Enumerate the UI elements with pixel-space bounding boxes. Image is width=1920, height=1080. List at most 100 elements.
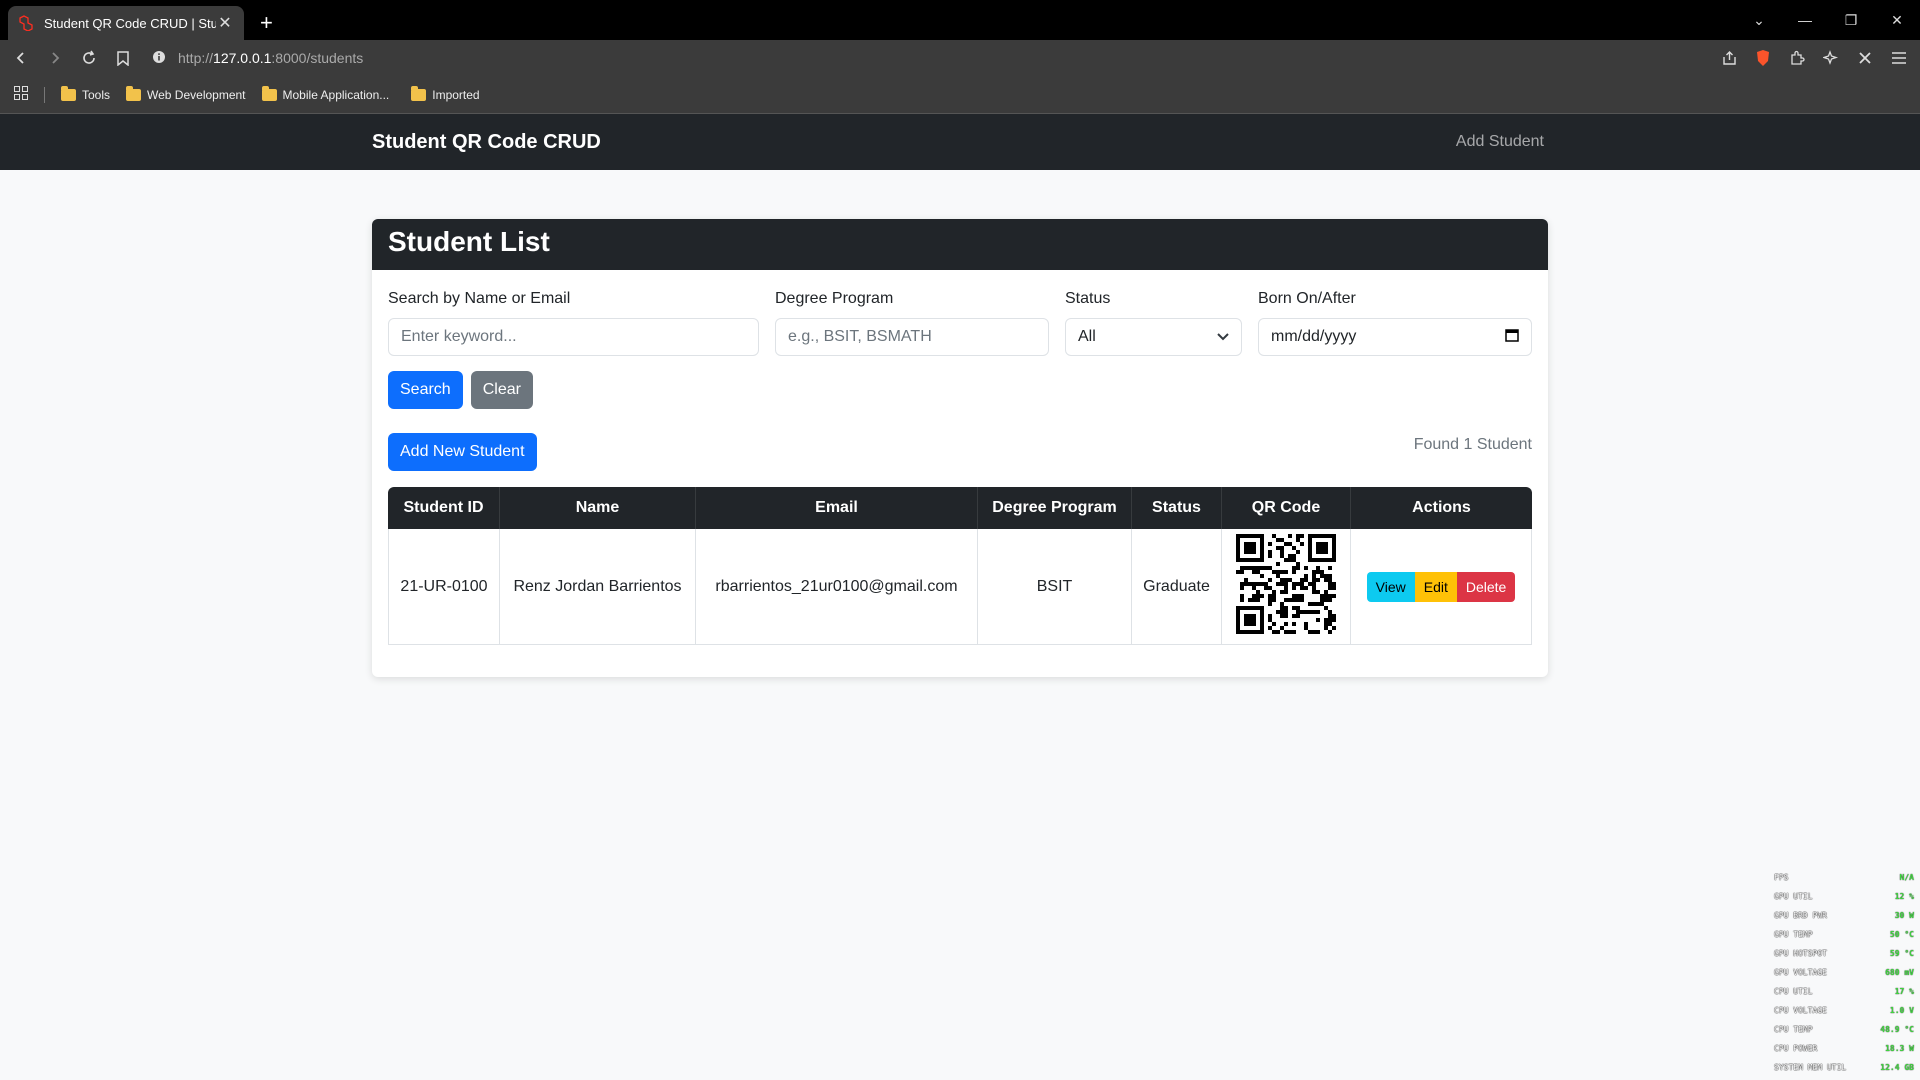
forward-icon[interactable] bbox=[44, 47, 66, 69]
bookmark-folder[interactable]: Imported bbox=[411, 85, 480, 102]
filter-buttons: Search Clear bbox=[388, 371, 1532, 409]
folder-icon bbox=[261, 85, 277, 101]
browser-toolbar: http://127.0.0.1:8000/students bbox=[0, 40, 1920, 76]
overlay-metric-value: 59 °C bbox=[1889, 949, 1914, 958]
born-group: Born On/After mm/dd/yyyy bbox=[1258, 286, 1532, 356]
born-date-input[interactable]: mm/dd/yyyy bbox=[1258, 318, 1532, 356]
minimize-icon[interactable]: — bbox=[1782, 12, 1828, 28]
search-group: Search by Name or Email bbox=[388, 286, 759, 356]
close-window-icon[interactable]: ✕ bbox=[1874, 12, 1920, 29]
view-button[interactable]: View bbox=[1366, 571, 1415, 602]
cell-degree: BSIT bbox=[978, 529, 1132, 645]
column-header: QR Code bbox=[1222, 487, 1351, 529]
url-prefix: http:// bbox=[178, 50, 214, 66]
browser-titlebar: Student QR Code CRUD | Stude ✕ + ⌄ — ❐ ✕ bbox=[0, 0, 1920, 40]
share-icon[interactable] bbox=[1718, 47, 1740, 69]
delete-button[interactable]: Delete bbox=[1456, 571, 1516, 602]
clear-button[interactable]: Clear bbox=[470, 371, 533, 409]
nav-add-student-link[interactable]: Add Student bbox=[1456, 133, 1544, 151]
browser-tab[interactable]: Student QR Code CRUD | Stude ✕ bbox=[8, 6, 244, 40]
add-new-student-button[interactable]: Add New Student bbox=[388, 433, 537, 471]
overlay-row: GPU BRD PWR 30 W bbox=[1774, 906, 1914, 925]
overlay-metric-value: 48.9 °C bbox=[1880, 1025, 1914, 1034]
overlay-row: GPU TEMP 50 °C bbox=[1774, 925, 1914, 944]
bookmarks-separator bbox=[44, 86, 45, 103]
cell-qr bbox=[1222, 529, 1351, 645]
bookmark-folder[interactable]: Tools bbox=[61, 85, 110, 102]
table-header-row: Student ID Name Email Degree Program Sta… bbox=[388, 487, 1532, 529]
born-date-value: mm/dd/yyyy bbox=[1271, 328, 1357, 345]
tab-list-icon[interactable]: ⌄ bbox=[1736, 12, 1782, 29]
degree-group: Degree Program bbox=[775, 286, 1049, 356]
born-label: Born On/After bbox=[1258, 290, 1356, 307]
column-header: Email bbox=[696, 487, 978, 529]
address-bar[interactable]: http://127.0.0.1:8000/students bbox=[146, 44, 1706, 72]
overlay-row: CPU UTIL 17 % bbox=[1774, 982, 1914, 1001]
overlay-metric-value: 12.4 GB bbox=[1880, 1063, 1914, 1072]
degree-input[interactable] bbox=[775, 318, 1049, 356]
overlay-metric-value: 30 W bbox=[1894, 911, 1914, 920]
tab-title: Student QR Code CRUD | Stude bbox=[44, 15, 216, 31]
overlay-metric-label: GPU BRD PWR bbox=[1774, 911, 1827, 920]
search-input[interactable] bbox=[388, 318, 759, 356]
cell-name: Renz Jordan Barrientos bbox=[500, 529, 696, 645]
folder-icon bbox=[61, 85, 76, 101]
bookmark-folder[interactable]: Web Development bbox=[126, 85, 246, 102]
card-title: Student List bbox=[372, 219, 1548, 270]
folder-icon bbox=[411, 85, 427, 101]
column-header: Status bbox=[1132, 487, 1222, 529]
overlay-metric-label: CPU TEMP bbox=[1774, 1025, 1813, 1034]
status-label: Status bbox=[1065, 290, 1111, 307]
close-tab-icon[interactable]: ✕ bbox=[216, 13, 234, 33]
site-info-icon[interactable] bbox=[152, 50, 166, 67]
cell-email: rbarrientos_21ur0100@gmail.com bbox=[696, 529, 978, 645]
bookmark-folder[interactable]: Mobile Application... bbox=[261, 85, 390, 102]
performance-overlay: FPS N/A GPU UTIL 12 % GPU BRD PWR 30 W GPU TEM… bbox=[1774, 868, 1914, 1077]
qr-code-image bbox=[1236, 534, 1336, 634]
reload-icon[interactable] bbox=[78, 47, 100, 69]
status-select[interactable]: All bbox=[1065, 318, 1242, 356]
student-list-card: Student List Search by Name or Email Deg… bbox=[372, 219, 1548, 677]
column-header: Name bbox=[500, 487, 696, 529]
menu-icon[interactable] bbox=[1888, 47, 1910, 69]
overlay-row: SYSTEM MEM UTIL 12.4 GB bbox=[1774, 1058, 1914, 1077]
overlay-metric-label: GPU UTIL bbox=[1774, 892, 1813, 901]
list-actions-row: Add New Student Found 1 Student bbox=[388, 433, 1532, 471]
overlay-metric-label: GPU TEMP bbox=[1774, 930, 1813, 939]
cell-actions: View Edit Delete bbox=[1351, 529, 1532, 645]
restore-icon[interactable]: ❐ bbox=[1828, 12, 1874, 29]
tools-icon[interactable] bbox=[1854, 47, 1876, 69]
url-host: 127.0.0.1 bbox=[213, 50, 272, 66]
overlay-metric-label: CPU VOLTAGE bbox=[1774, 1006, 1827, 1015]
bookmark-icon[interactable] bbox=[112, 47, 134, 69]
column-header: Student ID bbox=[388, 487, 500, 529]
url-path: :8000/students bbox=[271, 50, 364, 66]
row-action-buttons: View Edit Delete bbox=[1366, 571, 1516, 602]
overlay-metric-value: 18.3 W bbox=[1885, 1044, 1914, 1053]
students-table: Student ID Name Email Degree Program Sta… bbox=[388, 487, 1532, 645]
overlay-row: CPU POWER 18.3 W bbox=[1774, 1039, 1914, 1058]
search-button[interactable]: Search bbox=[388, 371, 463, 409]
edit-button[interactable]: Edit bbox=[1414, 571, 1457, 602]
apps-grid-icon[interactable] bbox=[14, 86, 28, 103]
status-value: All bbox=[1078, 328, 1096, 345]
leo-ai-icon[interactable] bbox=[1820, 47, 1842, 69]
new-tab-icon[interactable]: + bbox=[260, 12, 273, 34]
filter-form: Search by Name or Email Degree Program S… bbox=[388, 286, 1532, 356]
window-controls: ⌄ — ❐ ✕ bbox=[1736, 0, 1920, 40]
laravel-favicon-icon bbox=[18, 15, 34, 31]
overlay-metric-value: 12 % bbox=[1894, 892, 1914, 901]
brave-shield-icon[interactable] bbox=[1752, 47, 1774, 69]
overlay-metric-label: SYSTEM MEM UTIL bbox=[1774, 1063, 1847, 1072]
overlay-row: GPU VOLTAGE 680 mV bbox=[1774, 963, 1914, 982]
table-row: 21-UR-0100 Renz Jordan Barrientos rbarri… bbox=[388, 529, 1532, 645]
bookmarks-bar: Tools Web Development Mobile Application… bbox=[0, 76, 1920, 114]
extensions-icon[interactable] bbox=[1786, 47, 1808, 69]
overlay-metric-value: 50 °C bbox=[1889, 930, 1914, 939]
bookmark-label: Mobile Application... bbox=[282, 87, 390, 102]
calendar-icon[interactable] bbox=[1505, 328, 1519, 347]
navbar-brand[interactable]: Student QR Code CRUD bbox=[372, 131, 601, 154]
back-icon[interactable] bbox=[10, 47, 32, 69]
overlay-row: CPU TEMP 48.9 °C bbox=[1774, 1020, 1914, 1039]
overlay-metric-label: FPS bbox=[1774, 873, 1789, 882]
